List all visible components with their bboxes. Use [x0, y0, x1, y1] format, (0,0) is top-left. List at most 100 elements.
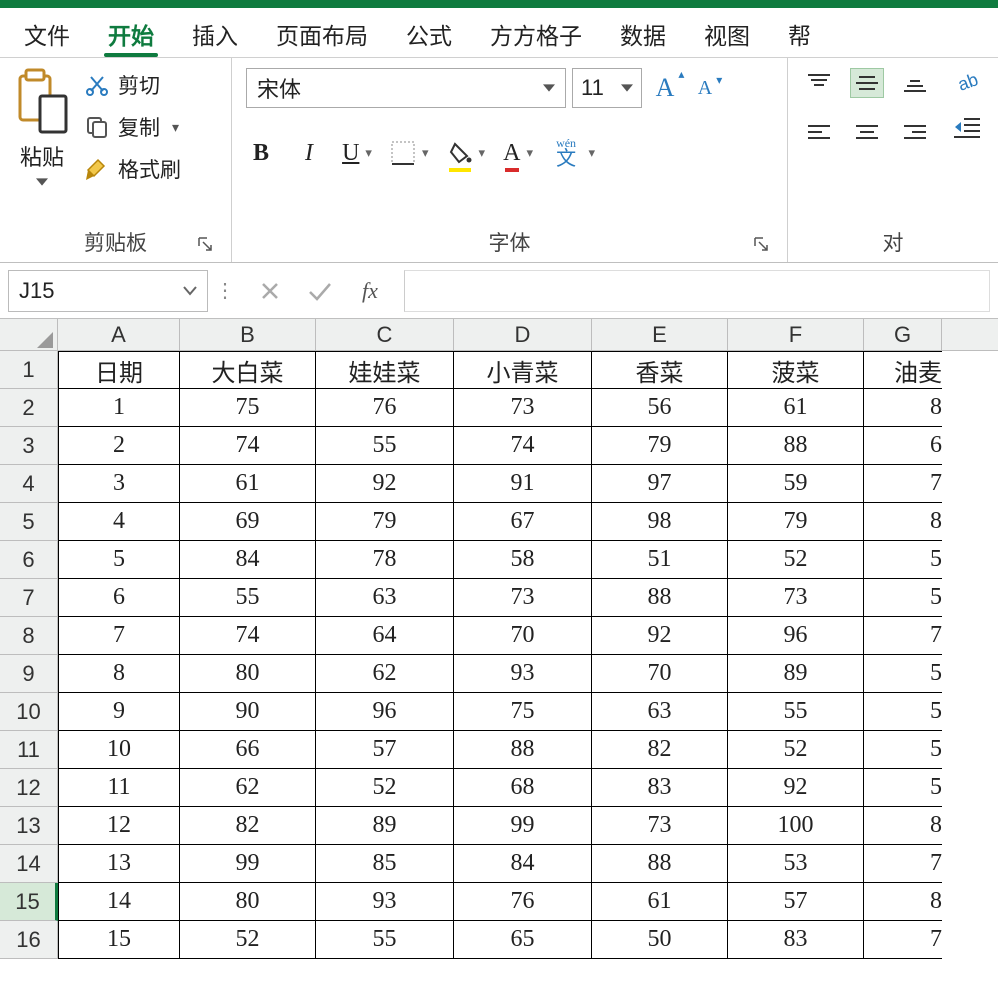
cell[interactable]: 96	[728, 617, 864, 655]
column-header[interactable]: E	[592, 319, 728, 350]
cell[interactable]: 73	[454, 579, 592, 617]
cell[interactable]: 11	[58, 769, 180, 807]
cell[interactable]: 52	[316, 769, 454, 807]
bold-button[interactable]: B	[246, 136, 276, 170]
cell[interactable]: 57	[728, 883, 864, 921]
cell[interactable]: 小青菜	[454, 351, 592, 389]
cell[interactable]: 50	[592, 921, 728, 959]
row-header[interactable]: 8	[0, 617, 58, 655]
cell[interactable]: 7	[864, 617, 942, 655]
cell[interactable]: 84	[454, 845, 592, 883]
cell[interactable]: 55	[316, 921, 454, 959]
cell[interactable]: 5	[864, 541, 942, 579]
cell[interactable]: 香菜	[592, 351, 728, 389]
row-header[interactable]: 3	[0, 427, 58, 465]
cell[interactable]: 菠菜	[728, 351, 864, 389]
row-header[interactable]: 7	[0, 579, 58, 617]
cell[interactable]: 56	[592, 389, 728, 427]
cell[interactable]: 73	[728, 579, 864, 617]
column-header[interactable]: D	[454, 319, 592, 350]
menu-tab-5[interactable]: 方方格子	[472, 7, 600, 59]
column-header[interactable]: F	[728, 319, 864, 350]
phonetic-guide-button[interactable]: wén 文 ▾	[551, 136, 581, 170]
cell[interactable]: 88	[728, 427, 864, 465]
cell[interactable]: 8	[864, 389, 942, 427]
cell[interactable]: 2	[58, 427, 180, 465]
row-header[interactable]: 2	[0, 389, 58, 427]
cell[interactable]: 79	[592, 427, 728, 465]
cell[interactable]: 58	[454, 541, 592, 579]
cell[interactable]: 61	[592, 883, 728, 921]
cell[interactable]: 74	[454, 427, 592, 465]
cell[interactable]: 52	[728, 541, 864, 579]
cell[interactable]: 90	[180, 693, 316, 731]
align-right-button[interactable]	[898, 118, 932, 148]
cell[interactable]: 8	[864, 807, 942, 845]
align-top-button[interactable]	[802, 68, 836, 98]
cell[interactable]: 93	[316, 883, 454, 921]
cell[interactable]: 55	[316, 427, 454, 465]
column-header[interactable]: B	[180, 319, 316, 350]
cell[interactable]: 53	[728, 845, 864, 883]
cell[interactable]: 1	[58, 389, 180, 427]
menu-tab-4[interactable]: 公式	[388, 7, 470, 59]
cell[interactable]: 14	[58, 883, 180, 921]
dialog-launcher-icon[interactable]	[751, 234, 771, 254]
cell[interactable]: 52	[728, 731, 864, 769]
cell[interactable]: 65	[454, 921, 592, 959]
format-painter-button[interactable]: 格式刷	[80, 152, 185, 186]
cell[interactable]: 99	[454, 807, 592, 845]
cancel-formula-button[interactable]	[256, 277, 284, 305]
cell[interactable]: 85	[316, 845, 454, 883]
cell[interactable]: 73	[454, 389, 592, 427]
cell[interactable]: 74	[180, 427, 316, 465]
row-header[interactable]: 1	[0, 351, 58, 389]
cell[interactable]: 80	[180, 655, 316, 693]
cell[interactable]: 83	[592, 769, 728, 807]
row-header[interactable]: 10	[0, 693, 58, 731]
cell[interactable]: 96	[316, 693, 454, 731]
font-size-select[interactable]: 11	[572, 68, 642, 108]
cell[interactable]: 88	[592, 845, 728, 883]
cell[interactable]: 12	[58, 807, 180, 845]
row-header[interactable]: 9	[0, 655, 58, 693]
cell[interactable]: 51	[592, 541, 728, 579]
column-header[interactable]: C	[316, 319, 454, 350]
cell[interactable]: 7	[864, 845, 942, 883]
formula-input[interactable]	[404, 270, 990, 312]
cell[interactable]: 9	[58, 693, 180, 731]
cell[interactable]: 74	[180, 617, 316, 655]
cell[interactable]: 油麦	[864, 351, 942, 389]
cell[interactable]: 55	[728, 693, 864, 731]
cell[interactable]: 67	[454, 503, 592, 541]
select-all-corner[interactable]	[0, 319, 58, 350]
cell[interactable]: 92	[316, 465, 454, 503]
column-header[interactable]: G	[864, 319, 942, 350]
cell[interactable]: 5	[864, 693, 942, 731]
cell[interactable]: 63	[316, 579, 454, 617]
cell[interactable]: 3	[58, 465, 180, 503]
cell[interactable]: 64	[316, 617, 454, 655]
cell[interactable]: 68	[454, 769, 592, 807]
cell[interactable]: 5	[864, 731, 942, 769]
cell[interactable]: 80	[180, 883, 316, 921]
align-middle-button[interactable]	[850, 68, 884, 98]
cell[interactable]: 62	[180, 769, 316, 807]
cell[interactable]: 7	[58, 617, 180, 655]
cell[interactable]: 61	[180, 465, 316, 503]
row-header[interactable]: 5	[0, 503, 58, 541]
cell[interactable]: 75	[180, 389, 316, 427]
cell[interactable]: 8	[864, 503, 942, 541]
cell[interactable]: 88	[592, 579, 728, 617]
decrease-indent-button[interactable]	[954, 116, 982, 140]
cell[interactable]: 82	[592, 731, 728, 769]
row-header[interactable]: 12	[0, 769, 58, 807]
cell[interactable]: 娃娃菜	[316, 351, 454, 389]
enter-formula-button[interactable]	[306, 277, 334, 305]
decrease-font-button[interactable]: A▾	[688, 71, 722, 105]
menu-tab-0[interactable]: 文件	[6, 7, 88, 59]
cell[interactable]: 79	[728, 503, 864, 541]
row-header[interactable]: 6	[0, 541, 58, 579]
cell[interactable]: 7	[864, 921, 942, 959]
cell[interactable]: 89	[316, 807, 454, 845]
